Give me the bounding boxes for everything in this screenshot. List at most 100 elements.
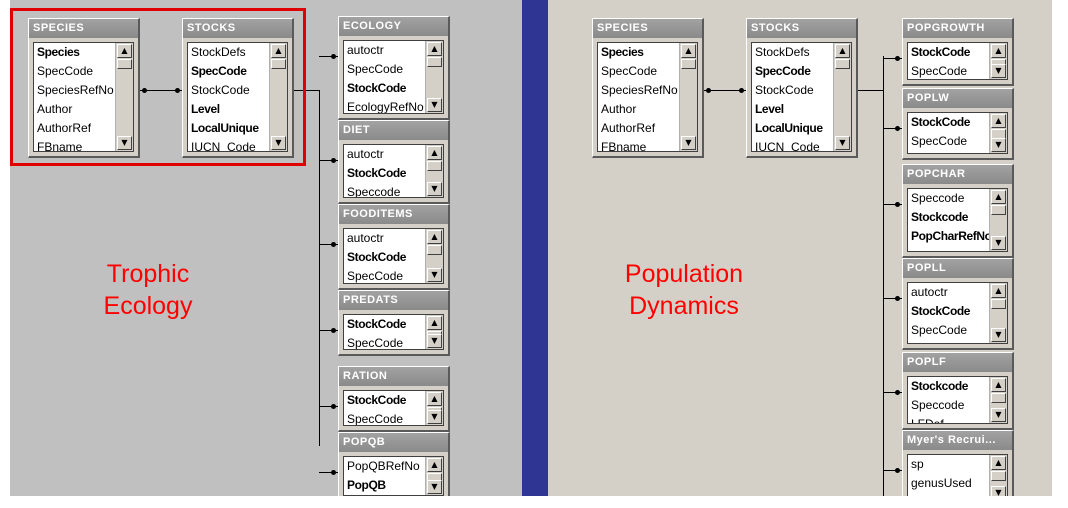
popdyn-table-popchar[interactable]: POPCHAR Speccode Stockcode PopCharRefNo ▲ ▼ [902,164,1014,258]
table-title[interactable]: FOODITEMS [339,205,448,224]
scroll-up-icon[interactable]: ▲ [427,146,442,160]
scroll-thumb[interactable] [427,57,442,67]
scroll-up-icon[interactable]: ▲ [835,44,850,58]
vertical-scrollbar[interactable]: ▲ ▼ [989,283,1007,343]
table-title[interactable]: POPCHAR [903,165,1012,184]
scroll-thumb[interactable] [991,299,1006,309]
field-species[interactable]: Species [598,43,679,62]
table-title[interactable]: ECOLOGY [339,17,448,36]
table-title[interactable]: RATION [339,367,448,386]
vertical-scrollbar[interactable]: ▲ ▼ [425,41,443,113]
field-popqb[interactable]: PopQB [344,476,425,495]
field-genusused[interactable]: genusUsed [908,474,989,493]
field-stockcode[interactable]: StockCode [908,43,989,62]
scroll-down-icon[interactable]: ▼ [991,236,1006,250]
popdyn-table-popll[interactable]: POPLL autoctr StockCode SpecCode ▲ ▼ [902,258,1014,350]
field-sp[interactable]: sp [908,455,989,474]
field-stockcode[interactable]: StockCode [344,391,425,410]
vertical-scrollbar[interactable]: ▲ ▼ [989,189,1007,251]
field-stockcode[interactable]: StockCode [344,248,425,267]
field-speccode[interactable]: SpecCode [344,410,425,425]
field-autoctr[interactable]: autoctr [344,145,425,164]
scroll-thumb[interactable] [681,59,696,69]
vertical-scrollbar[interactable]: ▲ ▼ [425,145,443,197]
field-stockcode[interactable]: StockCode [908,302,989,321]
scroll-down-icon[interactable]: ▼ [991,408,1006,422]
field-ecologyrefno[interactable]: EcologyRefNo [344,98,425,113]
field-speciesrefno[interactable]: SpeciesRefNo [598,81,679,100]
scroll-up-icon[interactable]: ▲ [427,392,442,406]
scroll-up-icon[interactable]: ▲ [991,456,1006,470]
field-popqbrefno[interactable]: PopQBRefNo [344,457,425,476]
trophic-table-ecology[interactable]: ECOLOGY autoctr SpecCode StockCode EcologyRe… [338,16,450,120]
table-title[interactable]: POPQB [339,433,448,452]
scroll-up-icon[interactable]: ▲ [427,458,442,472]
field-stockcode[interactable]: StockCode [344,164,425,183]
table-title[interactable]: POPLF [903,353,1012,372]
field-fbname[interactable]: FBname [598,138,679,151]
table-title[interactable]: Myer's Recrui... [903,431,1012,450]
table-title[interactable]: PREDATS [339,291,448,310]
field-autoctr[interactable]: autoctr [344,41,425,60]
scroll-up-icon[interactable]: ▲ [991,378,1006,392]
scroll-down-icon[interactable]: ▼ [427,98,442,112]
vertical-scrollbar[interactable]: ▲ ▼ [833,43,851,151]
vertical-scrollbar[interactable]: ▲ ▼ [425,391,443,425]
scroll-thumb[interactable] [427,161,442,171]
field-stockcode[interactable]: StockCode [344,315,425,334]
scroll-up-icon[interactable]: ▲ [991,114,1006,128]
field-stockcode[interactable]: StockCode [908,113,989,132]
scroll-down-icon[interactable]: ▼ [427,480,442,494]
field-lfdef[interactable]: LFDef [908,415,989,423]
field-speccode[interactable]: SpecCode [908,62,989,79]
field-stockcode[interactable]: Stockcode [908,377,989,396]
table-title[interactable]: SPECIES [593,19,702,38]
field-level[interactable]: Level [752,100,833,119]
vertical-scrollbar[interactable]: ▲ ▼ [989,455,1007,501]
trophic-table-popqb[interactable]: POPQBPopQBRefNoPopQBMaintQB▲▼ [338,432,450,502]
table-title[interactable]: POPLW [903,89,1012,108]
trophic-table-fooditems[interactable]: FOODITEMS autoctr StockCode SpecCode ▲ ▼ [338,204,450,290]
trophic-table-diet[interactable]: DIET autoctr StockCode Speccode ▲ ▼ [338,120,450,204]
scroll-up-icon[interactable]: ▲ [991,284,1006,298]
trophic-table-predats[interactable]: PREDATS StockCode SpecCode ▲ ▼ [338,290,450,356]
scroll-down-icon[interactable]: ▼ [991,138,1006,152]
table-title[interactable]: POPGROWTH [903,19,1012,38]
scroll-down-icon[interactable]: ▼ [427,268,442,282]
scroll-up-icon[interactable]: ▲ [991,44,1006,58]
field-speccode[interactable]: SpecCode [752,62,833,81]
table-title[interactable]: POPLL [903,259,1012,278]
trophic-table-ration[interactable]: RATION StockCode SpecCode ▲ ▼ [338,366,450,432]
field-authorref[interactable]: AuthorRef [598,119,679,138]
field-speccode[interactable]: Speccode [908,189,989,208]
scroll-down-icon[interactable]: ▼ [835,136,850,150]
scroll-up-icon[interactable]: ▲ [681,44,696,58]
scroll-up-icon[interactable]: ▲ [427,230,442,244]
field-autoctr[interactable]: autoctr [908,283,989,302]
field-speccode[interactable]: SpecCode [344,334,425,349]
popdyn-table-stocks[interactable]: STOCKS StockDefs SpecCode StockCode Level Loc… [746,18,858,158]
field-stockcode[interactable]: StockCode [344,79,425,98]
scroll-down-icon[interactable]: ▼ [991,328,1006,342]
field-speccode[interactable]: SpecCode [908,132,989,151]
scroll-thumb[interactable] [991,471,1006,481]
field-localunique[interactable]: LocalUnique [752,119,833,138]
scroll-thumb[interactable] [835,59,850,69]
vertical-scrollbar[interactable]: ▲ ▼ [425,457,443,495]
vertical-scrollbar[interactable]: ▲ ▼ [679,43,697,151]
vertical-scrollbar[interactable]: ▲ ▼ [989,113,1007,153]
field-popcharrefno[interactable]: PopCharRefNo [908,227,989,246]
field-speccode[interactable]: SpecCode [598,62,679,81]
field-stockcode[interactable]: Stockcode [908,208,989,227]
scroll-down-icon[interactable]: ▼ [427,334,442,348]
scroll-thumb[interactable] [991,393,1006,403]
popdyn-table-poplw[interactable]: POPLW StockCode SpecCode ▲ ▼ [902,88,1014,160]
field-speccode[interactable]: Speccode [908,396,989,415]
field-stockcode[interactable]: StockCode [752,81,833,100]
vertical-scrollbar[interactable]: ▲ ▼ [425,229,443,283]
field-stockdefs[interactable]: StockDefs [752,43,833,62]
scroll-up-icon[interactable]: ▲ [991,190,1006,204]
vertical-scrollbar[interactable]: ▲ ▼ [989,377,1007,423]
scroll-down-icon[interactable]: ▼ [681,136,696,150]
field-speccode[interactable]: Speccode [344,183,425,197]
